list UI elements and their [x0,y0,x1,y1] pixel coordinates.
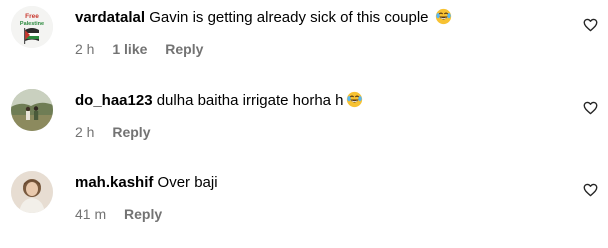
reply-button[interactable]: Reply [112,124,150,140]
avatar-free-palestine-image: Free Palestine [11,6,53,48]
comment-item: do_haa123 dulha baitha irrigate horha h … [0,86,608,156]
avatar[interactable] [11,89,53,131]
comment-meta: 2 h Reply [75,123,558,141]
laughing-tears-emoji-icon [435,8,451,25]
comment-time: 2 h [75,41,95,57]
avatar-photo-image [11,171,53,213]
comment-line: mah.kashif Over baji [75,172,558,194]
comment-likes[interactable]: 1 like [112,41,147,57]
comment-meta: 41 m Reply [75,205,558,223]
comment-text: Gavin is getting already sick of this co… [149,9,429,26]
comment-time: 2 h [75,124,95,140]
comment-item: Free Palestine vardatalal Gavin is getti… [0,3,608,73]
comment-text: Over baji [157,174,218,191]
comment-body: do_haa123 dulha baitha irrigate horha h … [75,90,558,141]
comment-item: mah.kashif Over baji 41 m Reply [0,168,608,238]
avatar-photo-image [11,89,53,131]
reply-button[interactable]: Reply [165,41,203,57]
heart-outline-icon[interactable] [583,18,598,32]
reply-button[interactable]: Reply [124,206,162,222]
username[interactable]: do_haa123 [75,92,153,109]
comment-text: dulha baitha irrigate horha h [156,92,344,109]
heart-outline-icon[interactable] [583,101,598,115]
comment-line: do_haa123 dulha baitha irrigate horha h [75,90,558,112]
avatar-text-line-2: Palestine [20,21,44,27]
comments-list: Free Palestine vardatalal Gavin is getti… [0,0,608,248]
comment-time: 41 m [75,206,107,222]
avatar[interactable] [11,171,53,213]
username[interactable]: vardatalal [75,9,145,26]
comment-body: vardatalal Gavin is getting already sick… [75,7,558,58]
username[interactable]: mah.kashif [75,174,153,191]
avatar[interactable]: Free Palestine [11,6,53,48]
laughing-tears-emoji-icon [346,91,362,108]
avatar-text-line-1: Free [25,13,39,20]
comment-line: vardatalal Gavin is getting already sick… [75,7,558,29]
heart-outline-icon[interactable] [583,183,598,197]
comment-body: mah.kashif Over baji 41 m Reply [75,172,558,223]
comment-meta: 2 h 1 like Reply [75,40,558,58]
